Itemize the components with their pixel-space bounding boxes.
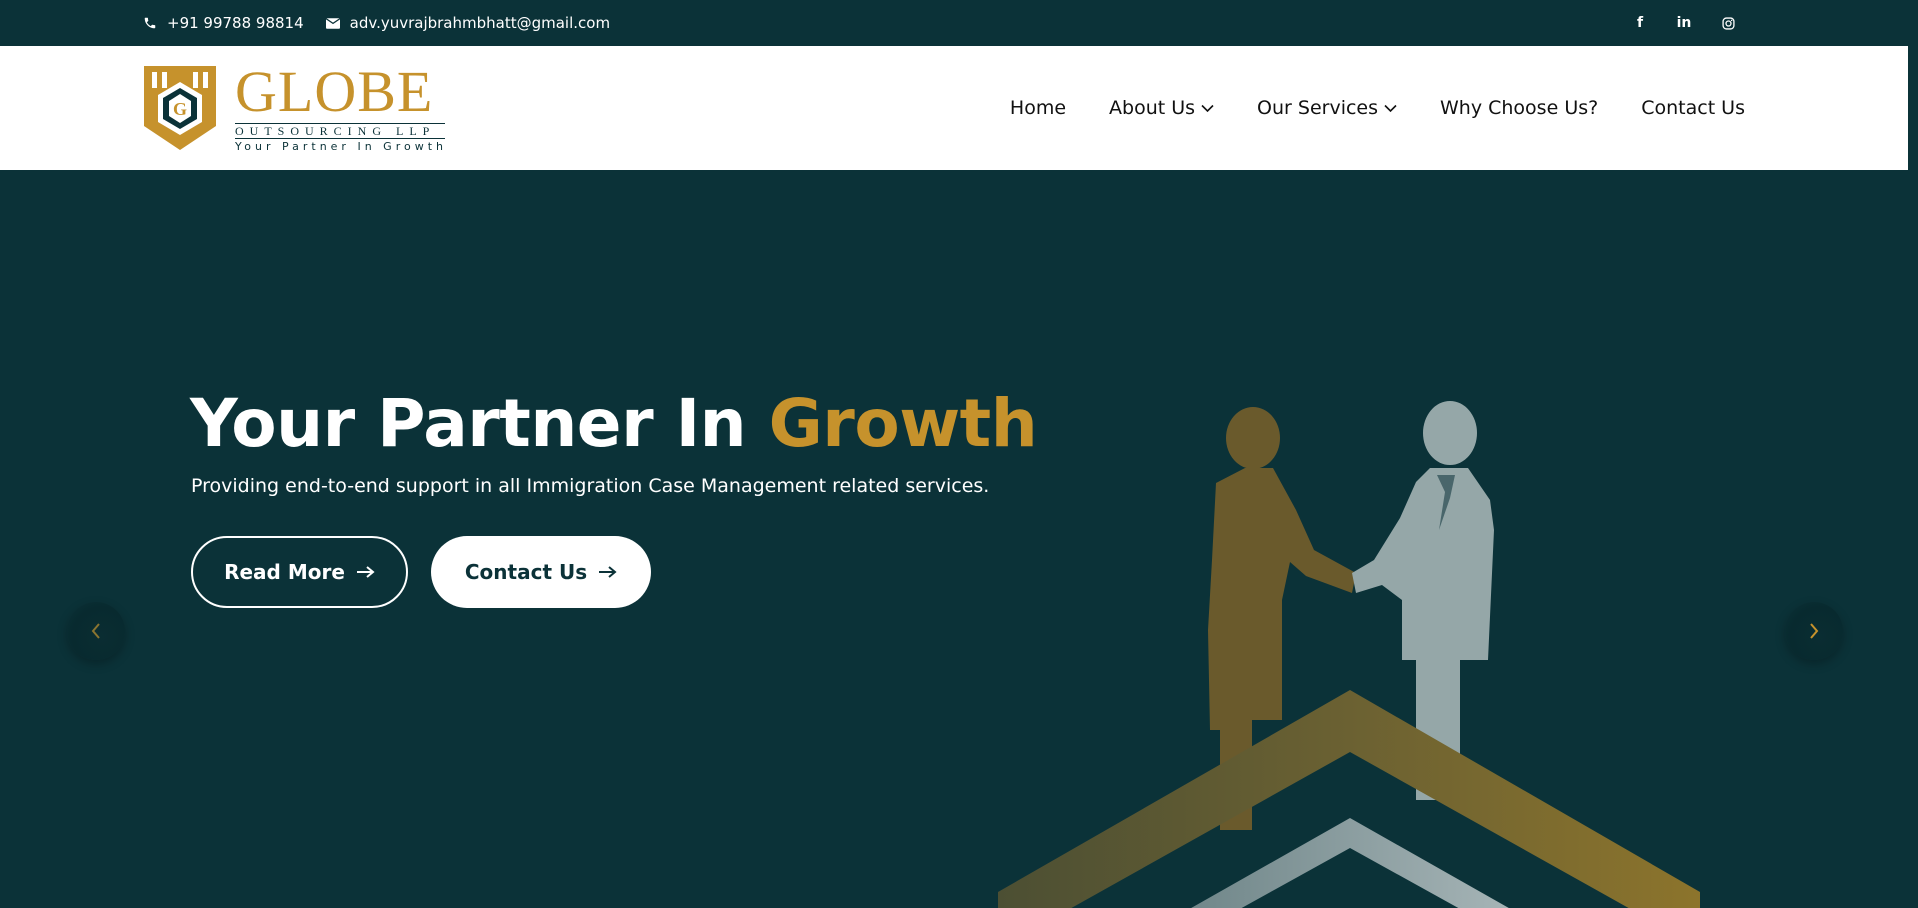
site-logo[interactable]: G GLOBE OUTSOURCING LLP Your Partner In …	[142, 62, 446, 154]
logo-wordmark: GLOBE OUTSOURCING LLP Your Partner In Gr…	[235, 62, 445, 154]
top-bar: +91 99788 98814 adv.yuvrajbrahmbhatt@gma…	[0, 0, 1908, 46]
main-nav: Home About Us Our Services Why Choose Us…	[967, 46, 1745, 170]
envelope-icon	[325, 17, 340, 29]
chevron-right-icon	[1810, 623, 1819, 639]
hero-title-main: Your Partner In	[190, 385, 769, 462]
logo-title: GLOBE	[235, 59, 434, 124]
slider-next-button[interactable]	[1785, 602, 1843, 660]
nav-home-label: Home	[1009, 97, 1067, 119]
nav-about-label: About Us	[1109, 97, 1196, 119]
hero-slider: Your Partner In Growth Providing end-to-…	[0, 170, 1918, 908]
phone-link[interactable]: +91 99788 98814	[143, 14, 304, 32]
read-more-label: Read More	[224, 560, 345, 584]
email-link[interactable]: adv.yuvrajbrahmbhatt@gmail.com	[325, 14, 611, 32]
logo-tagline: Your Partner In Growth	[235, 140, 447, 153]
nav-home[interactable]: Home	[1010, 97, 1066, 119]
contact-us-button[interactable]: Contact Us	[431, 536, 651, 608]
hero-title: Your Partner In Growth	[190, 385, 1038, 462]
shield-logo-icon: G	[144, 66, 216, 150]
hero-subtitle: Providing end-to-end support in all Immi…	[191, 475, 990, 497]
svg-text:G: G	[173, 99, 187, 119]
chevron-left-icon	[91, 623, 100, 639]
nav-services-label: Our Services	[1257, 97, 1379, 119]
logo-subtitle: OUTSOURCING LLP	[235, 123, 445, 139]
facebook-icon[interactable]: f	[1618, 0, 1662, 46]
nav-about-us[interactable]: About Us	[1109, 97, 1214, 119]
nav-why-label: Why Choose Us?	[1440, 97, 1599, 119]
nav-contact-us[interactable]: Contact Us	[1641, 97, 1745, 119]
main-header: G GLOBE OUTSOURCING LLP Your Partner In …	[0, 46, 1908, 170]
slider-prev-button[interactable]	[67, 602, 125, 660]
contact-info: +91 99788 98814 adv.yuvrajbrahmbhatt@gma…	[143, 0, 632, 46]
linkedin-icon[interactable]: in	[1662, 0, 1706, 46]
chevron-down-icon	[1384, 104, 1397, 112]
nav-contact-label: Contact Us	[1641, 97, 1745, 119]
instagram-icon[interactable]	[1706, 0, 1750, 46]
social-links: f in	[1618, 0, 1750, 46]
phone-number: +91 99788 98814	[167, 14, 304, 32]
handshake-illustration	[998, 401, 1700, 908]
email-address: adv.yuvrajbrahmbhatt@gmail.com	[349, 14, 611, 32]
arrow-right-icon	[356, 566, 375, 578]
nav-our-services[interactable]: Our Services	[1257, 97, 1397, 119]
chevron-down-icon	[1201, 104, 1214, 112]
phone-icon	[144, 17, 156, 29]
read-more-button[interactable]: Read More	[191, 536, 408, 608]
arrow-right-icon	[599, 566, 617, 578]
nav-why-choose-us[interactable]: Why Choose Us?	[1440, 97, 1598, 119]
contact-us-label: Contact Us	[464, 560, 588, 584]
